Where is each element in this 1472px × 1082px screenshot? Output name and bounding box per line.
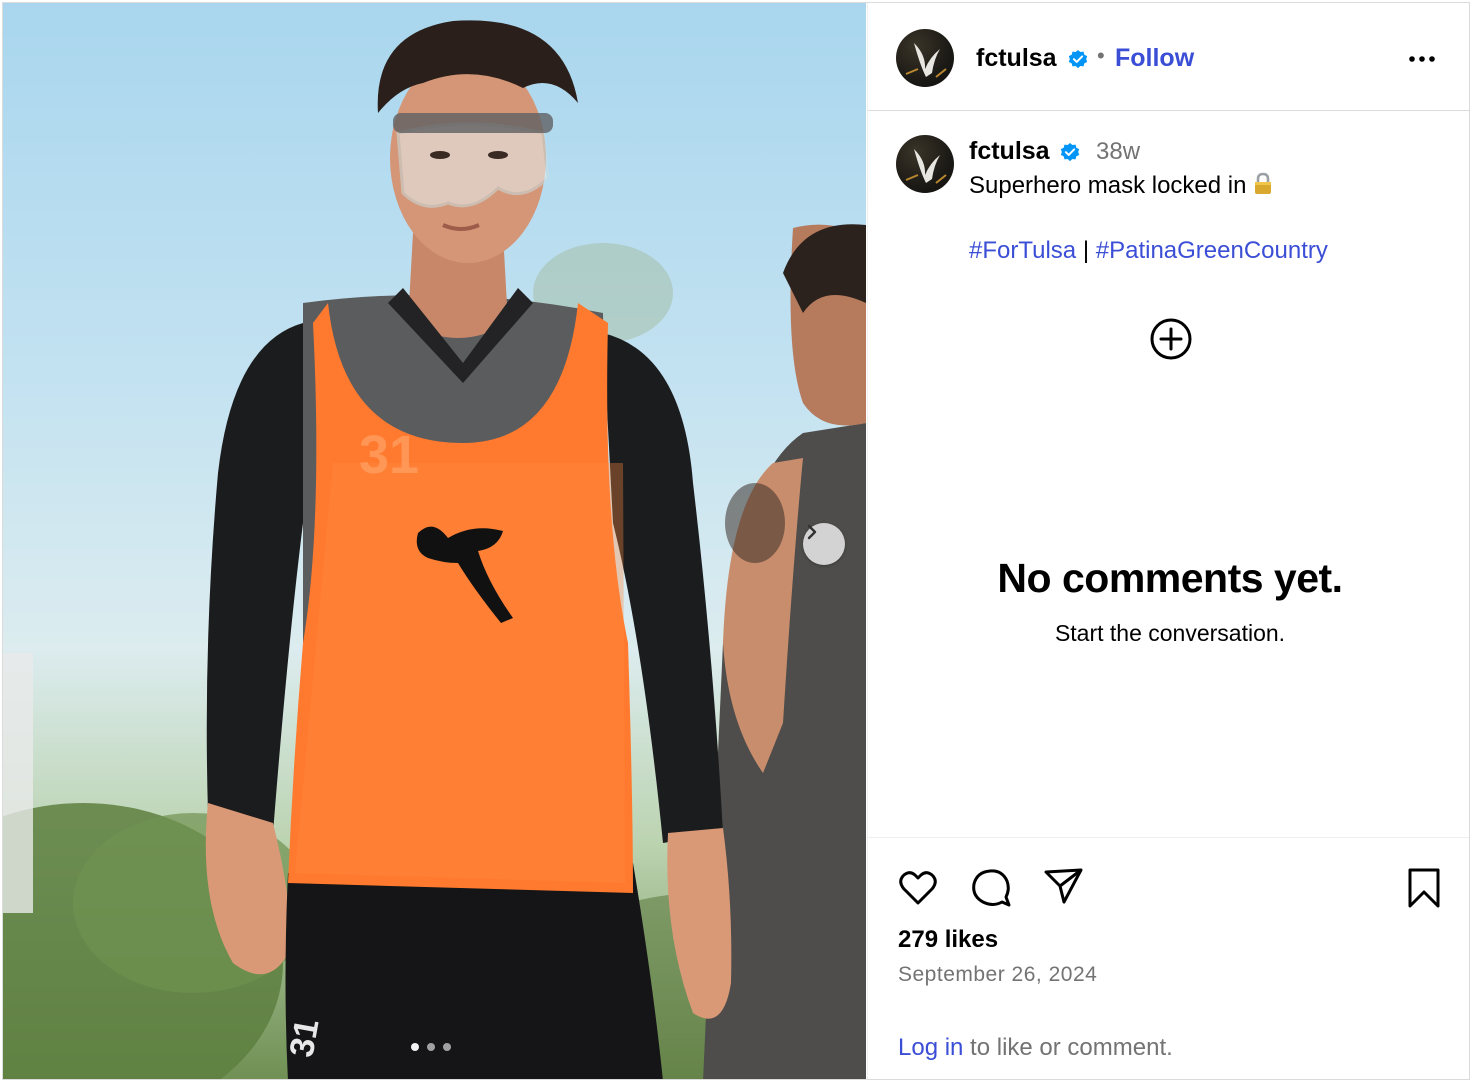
post-actions: 279 likes September 26, 2024 Log in to l…: [868, 837, 1469, 1079]
login-link[interactable]: Log in: [898, 1034, 963, 1061]
post-timestamp[interactable]: 38w: [1096, 138, 1140, 166]
hashtag-link[interactable]: #PatinaGreenCountry: [1096, 237, 1328, 264]
more-horizontal-icon[interactable]: [1404, 47, 1440, 71]
login-prompt-text: to like or comment.: [963, 1034, 1173, 1061]
lock-icon: [1255, 172, 1272, 194]
verified-badge-icon: [1068, 50, 1088, 69]
verified-badge-icon: [1060, 143, 1080, 162]
post-date[interactable]: September 26, 2024: [898, 963, 1097, 987]
next-slide-button[interactable]: [803, 523, 845, 565]
likes-count[interactable]: 279 likes: [898, 926, 998, 954]
post-dialog: 31 31 fctulsa • Follow fctulsa 38w Super…: [2, 2, 1470, 1080]
bib-number: 31: [359, 425, 419, 485]
comment-icon[interactable]: [969, 866, 1013, 910]
hashtag-link[interactable]: #ForTulsa: [969, 237, 1076, 264]
follow-button[interactable]: Follow: [1115, 44, 1194, 73]
login-prompt: Log in to like or comment.: [898, 1034, 1173, 1062]
shorts-number: 31: [283, 1016, 327, 1060]
heart-icon[interactable]: [896, 866, 940, 910]
caption-username[interactable]: fctulsa: [969, 137, 1050, 166]
caption-body: Superhero mask locked in: [969, 172, 1247, 199]
post-media[interactable]: 31 31: [3, 3, 866, 1079]
avatar[interactable]: [896, 135, 954, 193]
post-photo: 31 31: [3, 20, 866, 1079]
chevron-right-icon: [807, 524, 817, 540]
plus-circle-icon[interactable]: [1149, 317, 1193, 361]
post-side-panel: fctulsa • Follow fctulsa 38w Superhero m…: [867, 3, 1469, 1079]
post-header: fctulsa • Follow: [868, 3, 1469, 111]
carousel-dot: [411, 1043, 419, 1051]
no-comments-subtitle: Start the conversation.: [1054, 620, 1286, 646]
no-comments-title: No comments yet.: [997, 555, 1343, 601]
caption-text: Superhero mask locked in: [969, 172, 1274, 200]
fc-tulsa-logo-icon: [905, 43, 947, 78]
separator-dot: •: [1097, 43, 1105, 68]
avatar[interactable]: [896, 29, 954, 87]
carousel-indicator: [411, 1043, 451, 1051]
carousel-dot: [427, 1043, 435, 1051]
hashtag-divider: |: [1082, 237, 1090, 264]
post-author-username[interactable]: fctulsa: [976, 44, 1057, 73]
bookmark-icon[interactable]: [1402, 866, 1446, 910]
send-icon[interactable]: [1041, 864, 1085, 908]
fc-tulsa-logo-icon: [905, 149, 947, 184]
caption-hashtags: #ForTulsa | #PatinaGreenCountry: [969, 237, 1328, 265]
carousel-dot: [443, 1043, 451, 1051]
